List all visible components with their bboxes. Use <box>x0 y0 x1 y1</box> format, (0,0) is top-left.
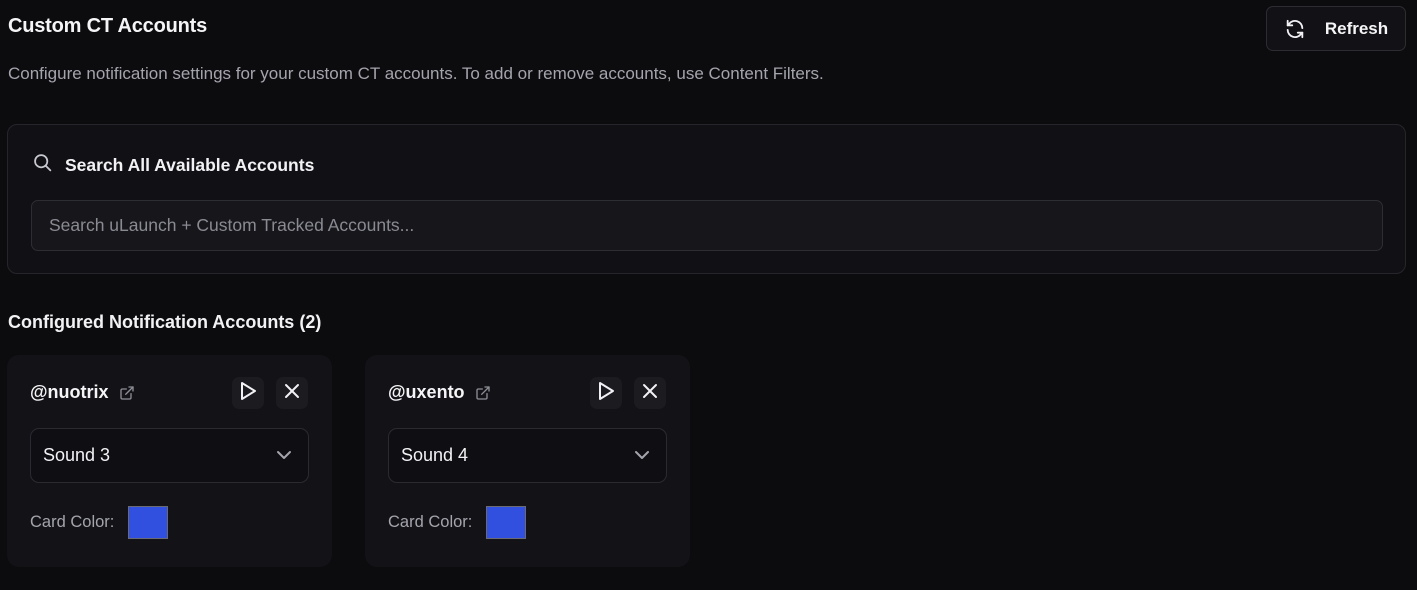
remove-account-button[interactable] <box>634 377 666 409</box>
page-description: Configure notification settings for your… <box>8 64 824 83</box>
configured-accounts-title: Configured Notification Accounts (2) <box>8 312 322 332</box>
play-sound-button[interactable] <box>590 377 622 409</box>
sound-select[interactable]: Sound 4 <box>388 428 667 483</box>
account-handle: @uxento <box>388 382 465 402</box>
search-icon <box>32 152 53 178</box>
external-link-icon[interactable] <box>475 385 491 401</box>
card-color-row: Card Color: <box>30 506 169 539</box>
search-accounts-panel: Search All Available Accounts <box>7 124 1406 274</box>
custom-ct-accounts-page: Custom CT Accounts Refresh Configure not… <box>0 0 1417 590</box>
card-color-label: Card Color: <box>30 513 115 531</box>
account-handle: @nuotrix <box>30 382 109 402</box>
close-icon <box>284 383 300 404</box>
sound-select-value: Sound 4 <box>401 445 469 465</box>
refresh-button[interactable]: Refresh <box>1266 6 1406 51</box>
sound-select-value: Sound 3 <box>43 445 111 465</box>
refresh-button-label: Refresh <box>1324 18 1389 38</box>
account-card: @nuotrix Sound 3 Card Color: <box>7 355 332 567</box>
card-color-row: Card Color: <box>388 506 527 539</box>
search-input[interactable] <box>31 200 1383 251</box>
play-icon <box>597 381 615 406</box>
account-header: @nuotrix <box>30 382 135 403</box>
card-color-label: Card Color: <box>388 513 473 531</box>
play-sound-button[interactable] <box>232 377 264 409</box>
remove-account-button[interactable] <box>276 377 308 409</box>
external-link-icon[interactable] <box>119 385 135 401</box>
page-title: Custom CT Accounts <box>8 15 207 37</box>
chevron-down-icon <box>634 447 650 465</box>
refresh-icon <box>1284 18 1306 40</box>
account-card: @uxento Sound 4 Card Color: <box>365 355 690 567</box>
chevron-down-icon <box>276 447 292 465</box>
search-panel-header: Search All Available Accounts <box>32 152 314 178</box>
search-panel-title: Search All Available Accounts <box>65 154 315 175</box>
close-icon <box>642 383 658 404</box>
account-header: @uxento <box>388 382 491 403</box>
card-color-swatch[interactable] <box>128 506 169 539</box>
sound-select[interactable]: Sound 3 <box>30 428 309 483</box>
play-icon <box>239 381 257 406</box>
card-color-swatch[interactable] <box>486 506 527 539</box>
